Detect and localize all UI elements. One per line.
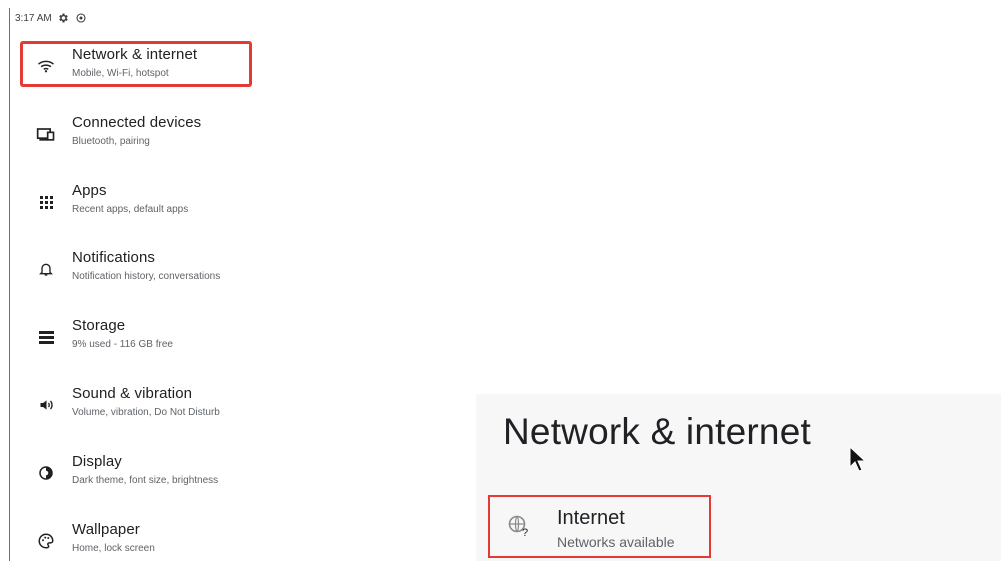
- settings-item-network-internet[interactable]: Network & internet Mobile, Wi-Fi, hotspo…: [20, 41, 456, 93]
- settings-item-title: Storage: [72, 317, 126, 334]
- settings-item-subtitle: Dark theme, font size, brightness: [72, 475, 219, 486]
- screen: 3:17 AM Network & internet Mobile, Wi-Fi…: [0, 0, 1001, 561]
- settings-item-wallpaper[interactable]: Wallpaper Home, lock screen: [20, 516, 456, 561]
- internet-title: Internet: [557, 507, 625, 529]
- wifi-icon: [36, 56, 56, 76]
- display-icon: [36, 463, 56, 483]
- settings-item-subtitle: Home, lock screen: [72, 543, 155, 554]
- settings-item-subtitle: Recent apps, default apps: [72, 204, 189, 215]
- settings-panel: 3:17 AM Network & internet Mobile, Wi-Fi…: [0, 0, 475, 561]
- settings-item-title: Wallpaper: [72, 521, 140, 538]
- internet-setting-row[interactable]: ? Internet Networks available: [488, 495, 711, 558]
- palette-icon: [36, 531, 56, 551]
- settings-item-title: Sound & vibration: [72, 385, 193, 402]
- apps-grid-icon: [36, 192, 56, 212]
- settings-list: Network & internet Mobile, Wi-Fi, hotspo…: [0, 0, 475, 561]
- storage-icon: [36, 327, 56, 347]
- mouse-cursor-icon: [849, 445, 867, 472]
- settings-item-subtitle: Bluetooth, pairing: [72, 136, 150, 147]
- volume-icon: [36, 395, 56, 415]
- settings-item-subtitle: Notification history, conversations: [72, 271, 221, 282]
- svg-text:?: ?: [522, 527, 528, 538]
- settings-item-title: Display: [72, 453, 122, 470]
- settings-item-title: Network & internet: [72, 46, 198, 63]
- page-title: Network & internet: [503, 411, 811, 452]
- settings-item-title: Notifications: [72, 249, 156, 266]
- globe-question-icon: ?: [507, 514, 531, 539]
- settings-item-title: Connected devices: [72, 114, 202, 131]
- bell-icon: [36, 259, 56, 279]
- settings-item-subtitle: 9% used - 116 GB free: [72, 339, 173, 350]
- network-internet-page: Network & internet ? Internet Networks a…: [476, 394, 1001, 561]
- settings-item-subtitle: Mobile, Wi-Fi, hotspot: [72, 68, 169, 79]
- settings-item-subtitle: Volume, vibration, Do Not Disturb: [72, 407, 220, 418]
- settings-item-apps[interactable]: Apps Recent apps, default apps: [20, 177, 456, 229]
- devices-icon: [36, 124, 56, 144]
- internet-subtitle: Networks available: [557, 534, 675, 550]
- settings-item-storage[interactable]: Storage 9% used - 116 GB free: [20, 312, 456, 364]
- settings-item-sound-vibration[interactable]: Sound & vibration Volume, vibration, Do …: [20, 380, 456, 432]
- settings-item-notifications[interactable]: Notifications Notification history, conv…: [20, 244, 456, 296]
- settings-item-title: Apps: [72, 182, 107, 199]
- settings-item-connected-devices[interactable]: Connected devices Bluetooth, pairing: [20, 109, 456, 161]
- settings-item-display[interactable]: Display Dark theme, font size, brightnes…: [20, 448, 456, 500]
